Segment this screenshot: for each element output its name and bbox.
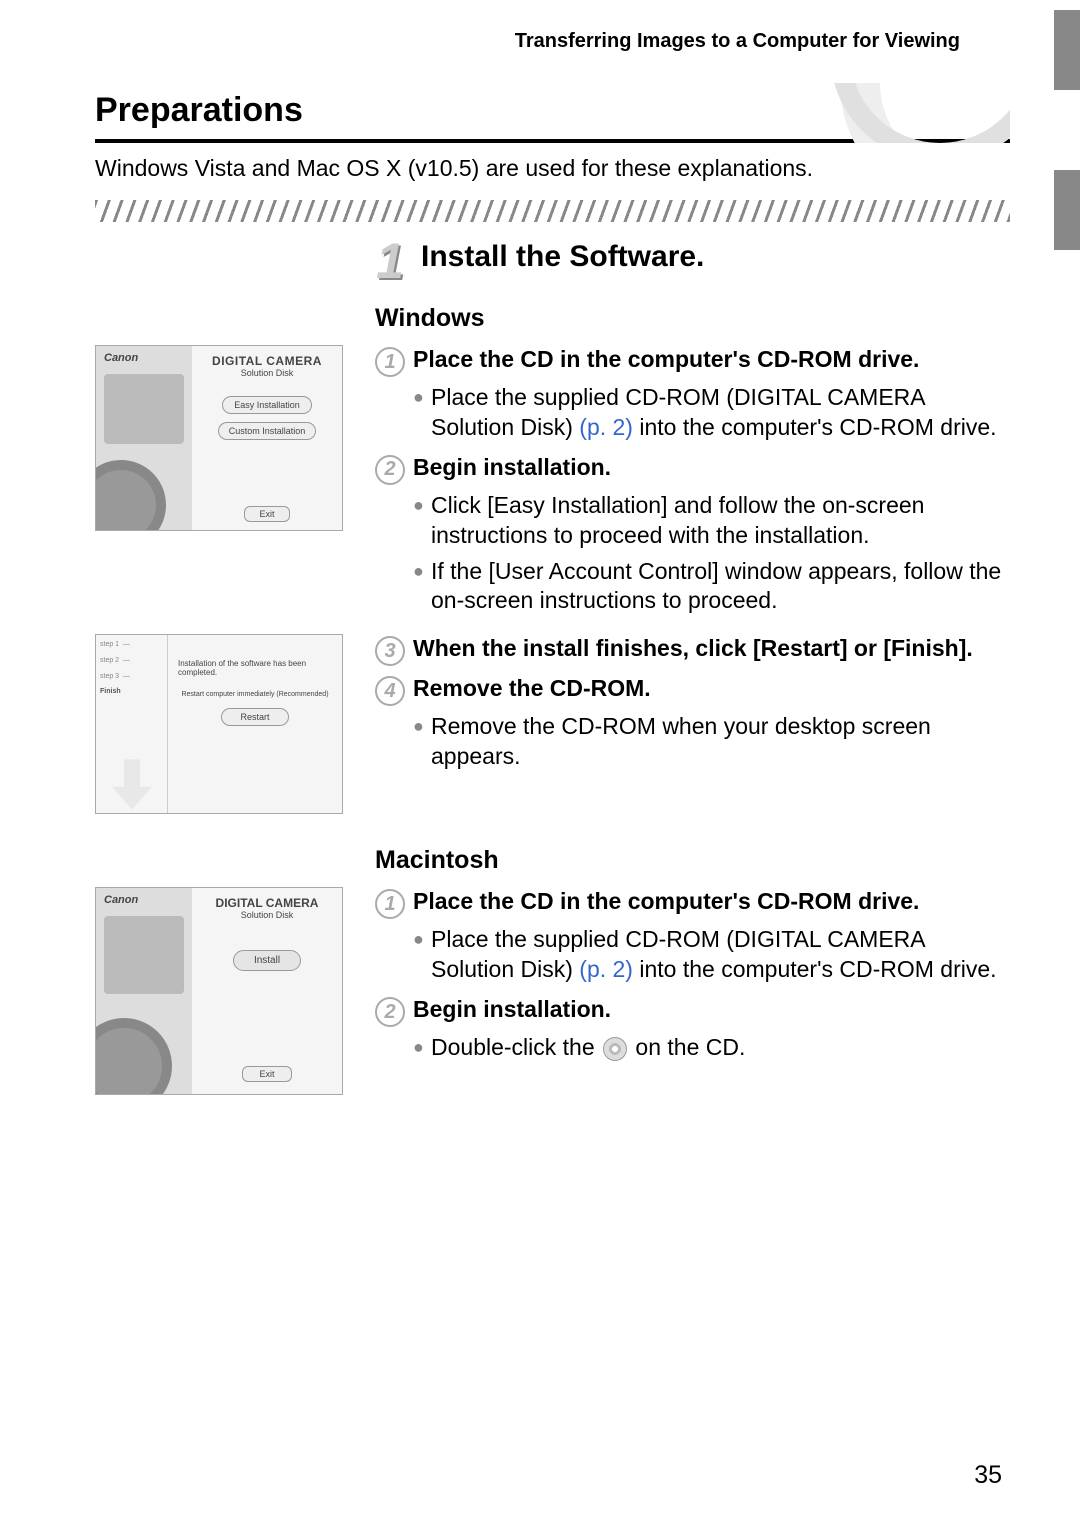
bullet: ● Double-click the on the CD.: [413, 1033, 1010, 1063]
windows-step-2: 2 Begin installation.: [375, 453, 1010, 485]
cd-icon: [601, 1035, 629, 1063]
macintosh-heading: Macintosh: [375, 846, 1010, 875]
step-title: Place the CD in the computer's CD-ROM dr…: [413, 345, 919, 374]
bullet: ● If the [User Account Control] window a…: [413, 557, 1010, 617]
thumb-subtitle: Solution Disk: [241, 368, 294, 378]
thumb-brand: Canon: [104, 352, 138, 364]
circled-number: 2: [375, 997, 405, 1027]
mac-step-1: 1 Place the CD in the computer's CD-ROM …: [375, 887, 1010, 919]
circled-number: 3: [375, 636, 405, 666]
step-title: Begin installation.: [413, 453, 611, 482]
page-reference-link[interactable]: (p. 2): [579, 414, 633, 440]
screenshot-windows-installer: Canon DIGITAL CAMERA Solution Disk Easy …: [95, 345, 343, 531]
main-step: 1 Install the Software.: [365, 240, 1010, 290]
thumb-exit-btn: Exit: [244, 506, 289, 522]
windows-step-4: 4 Remove the CD-ROM.: [375, 674, 1010, 706]
thumb-restart-msg: Restart computer immediately (Recommende…: [178, 691, 332, 698]
circled-number: 2: [375, 455, 405, 485]
thumb-exit-btn: Exit: [242, 1066, 291, 1082]
hash-divider: [95, 200, 1010, 222]
bullet: ● Place the supplied CD-ROM (DIGITAL CAM…: [413, 383, 1010, 443]
main-step-number: 1: [365, 236, 415, 286]
mac-step-2: 2 Begin installation.: [375, 995, 1010, 1027]
intro-text: Windows Vista and Mac OS X (v10.5) are u…: [95, 155, 1010, 182]
circled-number: 4: [375, 676, 405, 706]
windows-step-3: 3 When the install finishes, click [Rest…: [375, 634, 1010, 666]
page-number: 35: [974, 1461, 1002, 1490]
running-header: Transferring Images to a Computer for Vi…: [95, 30, 1010, 53]
thumb-restart-btn: Restart: [221, 708, 288, 726]
step-title: Remove the CD-ROM.: [413, 674, 651, 703]
side-tab: [1054, 10, 1080, 90]
thumb-complete-msg: Installation of the software has been co…: [178, 659, 332, 677]
section-title-bar: Preparations: [95, 83, 1010, 143]
section-title: Preparations: [95, 83, 1010, 130]
bullet: ● Remove the CD-ROM when your desktop sc…: [413, 712, 1010, 772]
screenshot-windows-restart: step 1 — step 2 — step 3 — Finish Instal…: [95, 634, 343, 814]
step-title: Place the CD in the computer's CD-ROM dr…: [413, 887, 919, 916]
thumb-install-btn: Install: [233, 950, 301, 971]
thumb-custom-install-btn: Custom Installation: [218, 422, 317, 440]
bullet: ● Place the supplied CD-ROM (DIGITAL CAM…: [413, 925, 1010, 985]
side-tab-2: [1054, 170, 1080, 250]
thumb-easy-install-btn: Easy Installation: [222, 396, 312, 414]
circled-number: 1: [375, 889, 405, 919]
windows-heading: Windows: [375, 304, 1010, 333]
page-reference-link[interactable]: (p. 2): [579, 956, 633, 982]
windows-step-1: 1 Place the CD in the computer's CD-ROM …: [375, 345, 1010, 377]
circled-number: 1: [375, 347, 405, 377]
screenshot-mac-installer: Canon DIGITAL CAMERA Solution Disk Insta…: [95, 887, 343, 1095]
thumb-title: DIGITAL CAMERA: [216, 896, 319, 910]
thumb-brand: Canon: [104, 894, 138, 906]
bullet: ● Click [Easy Installation] and follow t…: [413, 491, 1010, 551]
thumb-subtitle: Solution Disk: [241, 910, 294, 920]
thumb-title: DIGITAL CAMERA: [212, 354, 322, 368]
main-step-title: Install the Software.: [421, 240, 704, 274]
step-title: When the install finishes, click [Restar…: [413, 634, 973, 663]
step-title: Begin installation.: [413, 995, 611, 1024]
